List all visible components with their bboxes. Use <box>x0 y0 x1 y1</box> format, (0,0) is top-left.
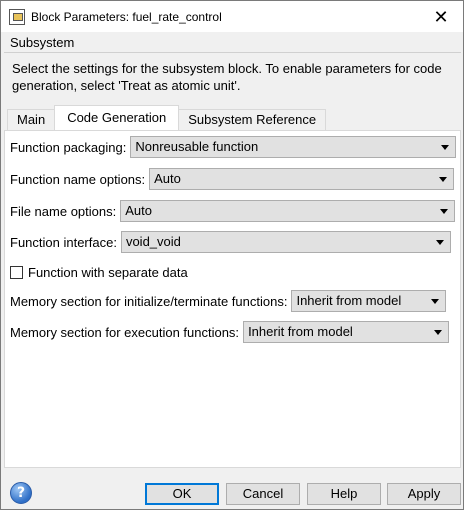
memory-exec-row: Memory section for execution functions: … <box>10 321 450 343</box>
chevron-down-icon <box>441 145 450 150</box>
separate-data-label: Function with separate data <box>28 264 188 280</box>
function-name-options-value: Auto <box>154 171 181 186</box>
memory-init-term-select[interactable]: Inherit from model <box>291 290 447 312</box>
file-name-options-select[interactable]: Auto <box>120 200 456 222</box>
file-name-options-value: Auto <box>125 203 152 218</box>
tab-code-generation[interactable]: Code Generation <box>54 105 180 130</box>
chevron-down-icon <box>435 240 444 245</box>
function-packaging-row: Function packaging: Nonreusable function <box>10 136 457 158</box>
memory-exec-label: Memory section for execution functions: <box>10 324 240 340</box>
tab-main[interactable]: Main <box>7 109 56 130</box>
function-packaging-select[interactable]: Nonreusable function <box>130 136 457 158</box>
function-interface-value: void_void <box>125 234 181 249</box>
separate-data-checkbox[interactable] <box>10 265 23 279</box>
function-interface-label: Function interface: <box>10 234 117 250</box>
help-icon[interactable]: ? <box>10 482 32 504</box>
ok-button[interactable]: OK <box>145 483 219 505</box>
apply-button[interactable]: Apply <box>387 483 461 505</box>
chevron-down-icon <box>440 209 449 214</box>
function-name-options-label: Function name options: <box>10 171 146 187</box>
help-button[interactable]: Help <box>307 483 381 505</box>
function-interface-select[interactable]: void_void <box>120 231 451 253</box>
function-packaging-label: Function packaging: <box>10 139 127 155</box>
section-heading: Subsystem <box>10 35 75 50</box>
window-title: Block Parameters: fuel_rate_control <box>31 9 222 24</box>
chevron-down-icon <box>434 330 443 335</box>
tab-subsystem-reference[interactable]: Subsystem Reference <box>178 109 327 130</box>
section-description: Select the settings for the subsystem bl… <box>12 61 442 93</box>
code-generation-panel: Function packaging: Nonreusable function… <box>4 130 461 468</box>
block-parameters-icon <box>9 8 25 25</box>
file-name-options-row: File name options: Auto <box>10 200 456 222</box>
button-bar: ? OK Cancel Help Apply <box>1 469 463 509</box>
function-interface-row: Function interface: void_void <box>10 231 451 253</box>
group-divider <box>4 52 461 53</box>
close-icon[interactable]: ✕ <box>431 7 451 27</box>
function-name-options-select[interactable]: Auto <box>149 168 455 190</box>
file-name-options-label: File name options: <box>10 203 117 219</box>
chevron-down-icon <box>431 299 440 304</box>
memory-init-term-row: Memory section for initialize/terminate … <box>10 290 447 312</box>
memory-exec-select[interactable]: Inherit from model <box>243 321 450 343</box>
function-packaging-value: Nonreusable function <box>135 139 259 154</box>
memory-init-term-value: Inherit from model <box>296 293 402 308</box>
memory-exec-value: Inherit from model <box>248 324 353 339</box>
title-bar[interactable]: Block Parameters: fuel_rate_control ✕ <box>1 1 463 32</box>
dialog-window: Block Parameters: fuel_rate_control ✕ Su… <box>0 0 464 510</box>
function-name-options-row: Function name options: Auto <box>10 168 455 190</box>
separate-data-row[interactable]: Function with separate data <box>10 261 188 283</box>
memory-init-term-label: Memory section for initialize/terminate … <box>10 293 288 309</box>
cancel-button[interactable]: Cancel <box>226 483 300 505</box>
tab-strip: Main Code Generation Subsystem Reference <box>7 105 327 130</box>
chevron-down-icon <box>439 177 448 182</box>
